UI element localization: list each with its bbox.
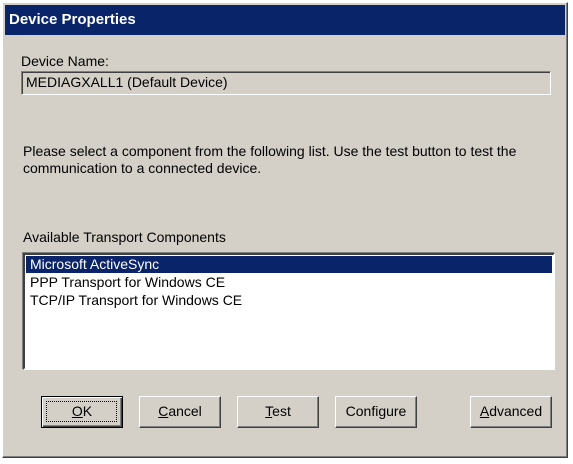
configure-button-label: Configure <box>345 403 407 419</box>
test-button-label: Test <box>265 403 291 419</box>
list-item-label: TCP/IP Transport for Windows CE <box>30 292 243 308</box>
device-name-label: Device Name: <box>21 53 109 69</box>
ok-button-label: OK <box>72 403 92 419</box>
ok-button[interactable]: OK <box>41 396 123 428</box>
instructions-text: Please select a component from the follo… <box>23 143 517 176</box>
cancel-mnemonic: C <box>158 403 169 419</box>
advanced-label-rest: dvanced <box>489 403 543 419</box>
advanced-button[interactable]: Advanced <box>470 396 552 428</box>
title-bar[interactable]: Device Properties <box>5 5 565 35</box>
cancel-button-label: Cancel <box>158 403 202 419</box>
configure-button[interactable]: Configure <box>335 396 417 428</box>
device-name-field: MEDIAGXALL1 (Default Device) <box>21 71 551 95</box>
transport-components-list[interactable]: Microsoft ActiveSync PPP Transport for W… <box>23 253 555 370</box>
device-name-value: MEDIAGXALL1 (Default Device) <box>26 74 228 90</box>
ok-label-rest: K <box>82 403 93 419</box>
list-item-tcpip-transport[interactable]: TCP/IP Transport for Windows CE <box>26 292 552 309</box>
test-button[interactable]: Test <box>237 396 319 428</box>
test-label-rest: est <box>272 403 291 419</box>
cancel-label-rest: ancel <box>168 403 202 419</box>
device-properties-dialog: Device Properties Device Name: MEDIAGXAL… <box>2 2 568 458</box>
list-item-label: Microsoft ActiveSync <box>30 256 160 272</box>
ok-mnemonic: O <box>71 403 83 419</box>
advanced-mnemonic: A <box>479 403 490 419</box>
advanced-button-label: Advanced <box>480 403 542 419</box>
transport-components-label: Available Transport Components <box>23 229 226 245</box>
list-item-label: PPP Transport for Windows CE <box>30 274 226 290</box>
list-item-ppp-transport[interactable]: PPP Transport for Windows CE <box>26 274 552 291</box>
cancel-button[interactable]: Cancel <box>139 396 221 428</box>
list-item-microsoft-activesync[interactable]: Microsoft ActiveSync <box>26 256 552 273</box>
dialog-title: Device Properties <box>9 11 136 28</box>
